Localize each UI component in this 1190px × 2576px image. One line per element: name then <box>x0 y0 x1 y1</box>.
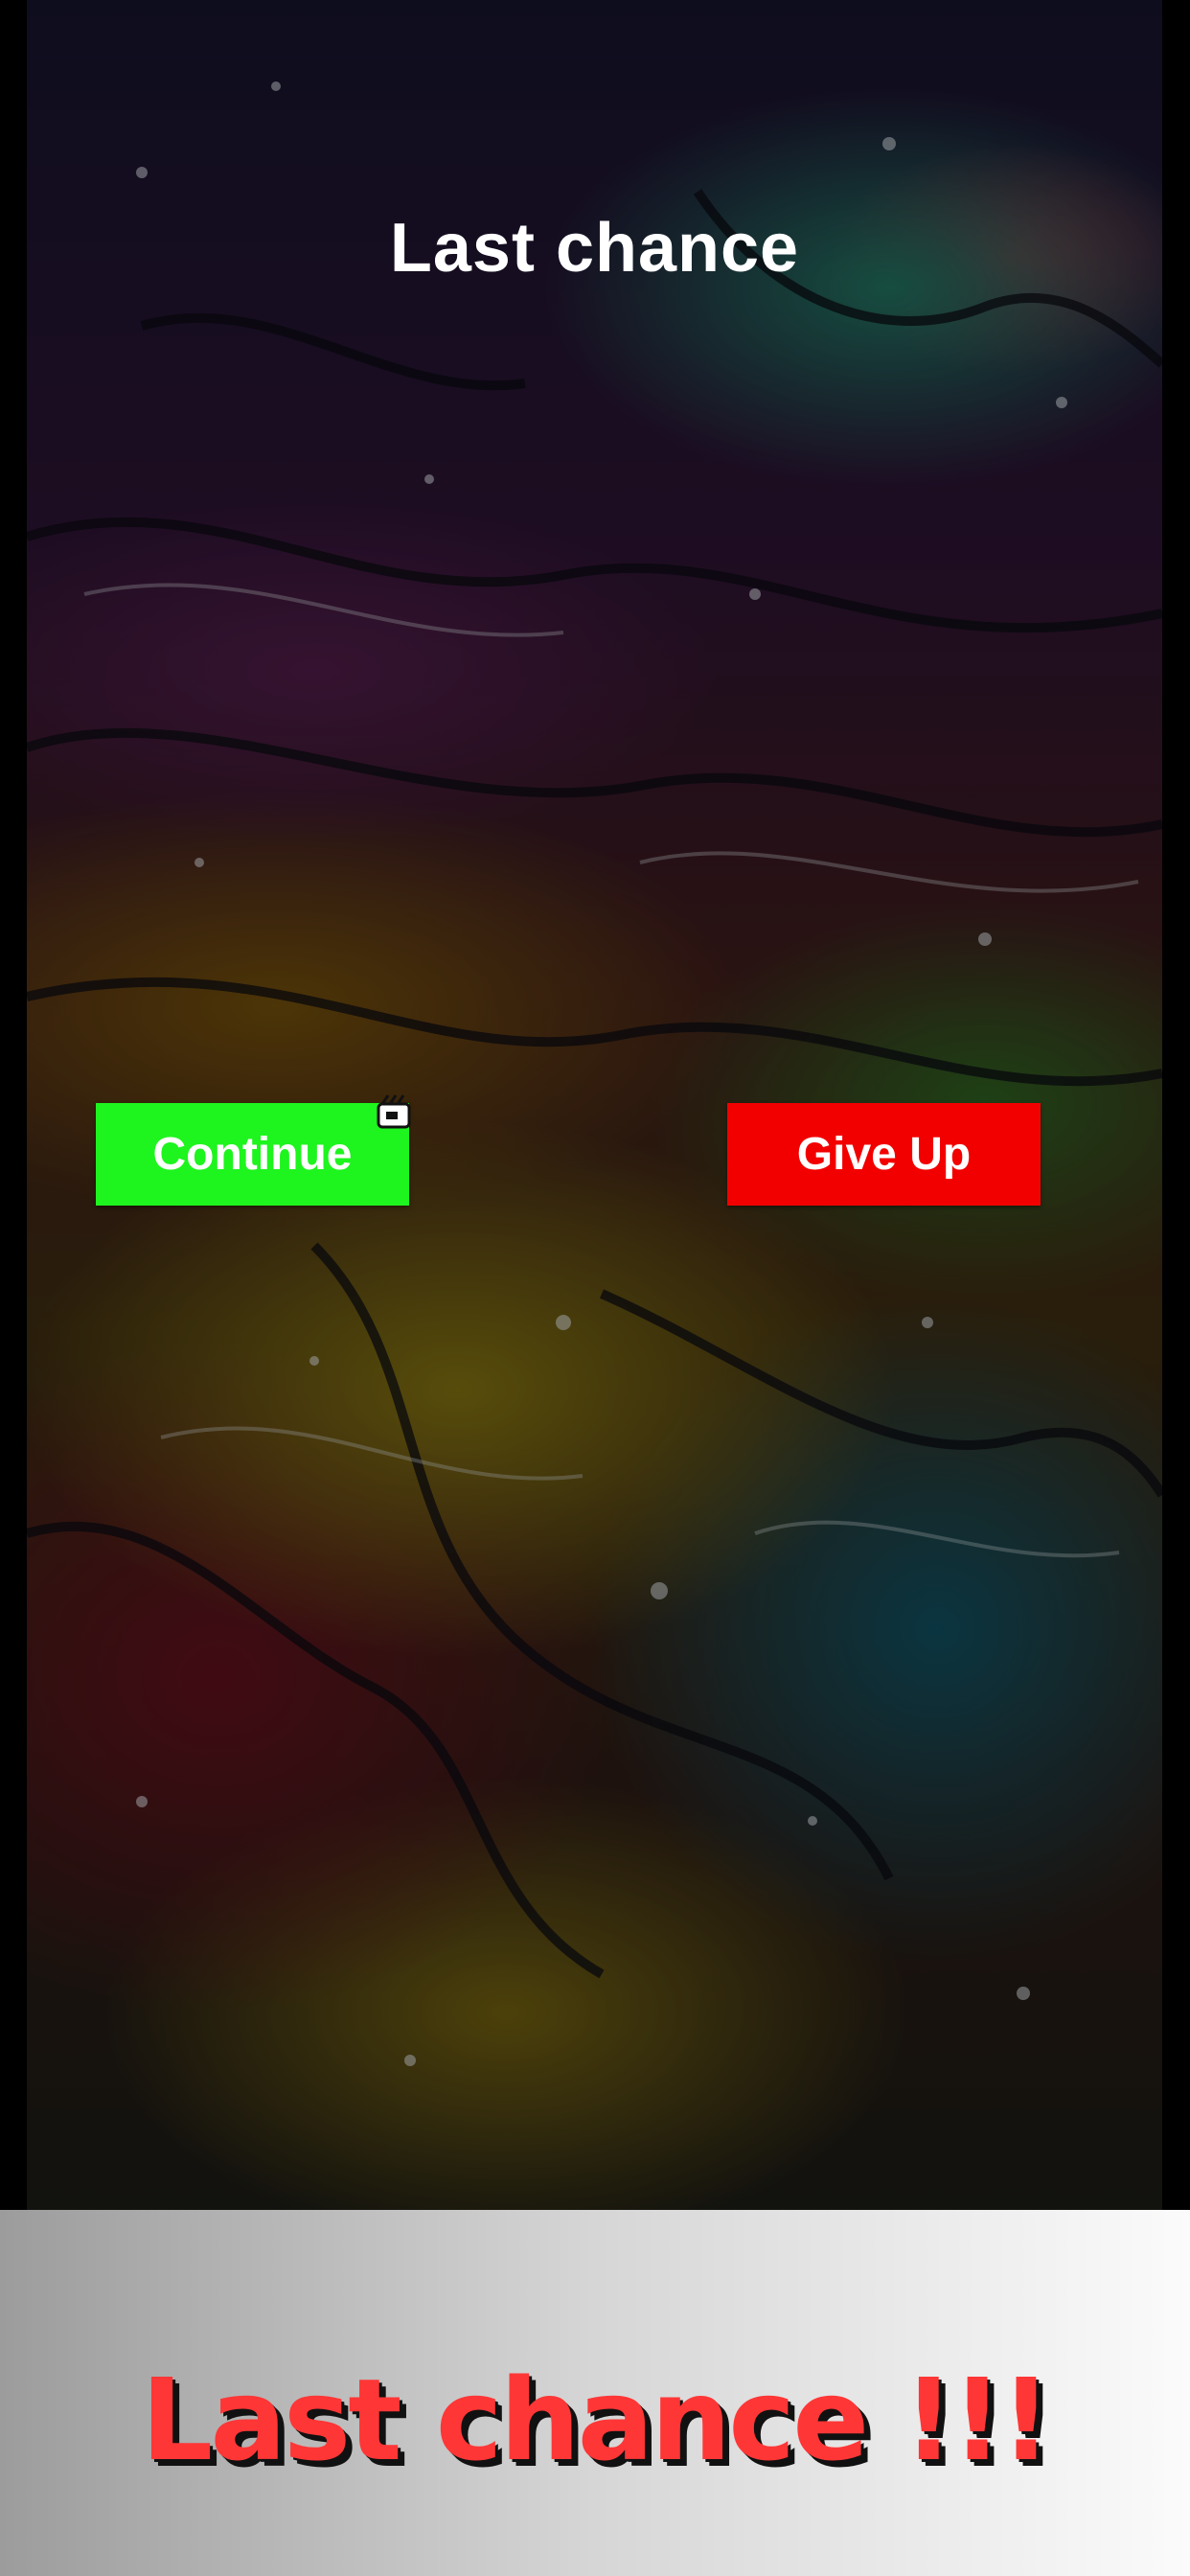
screen-title: Last chance <box>389 210 800 287</box>
caption-text: Last chance !!! <box>141 2354 1052 2486</box>
video-ad-icon <box>377 1094 411 1129</box>
caption-banner: Last chance !!! <box>0 2210 1190 2576</box>
continue-button[interactable]: Continue <box>96 1103 409 1206</box>
give-up-button[interactable]: Give Up <box>727 1103 1041 1206</box>
